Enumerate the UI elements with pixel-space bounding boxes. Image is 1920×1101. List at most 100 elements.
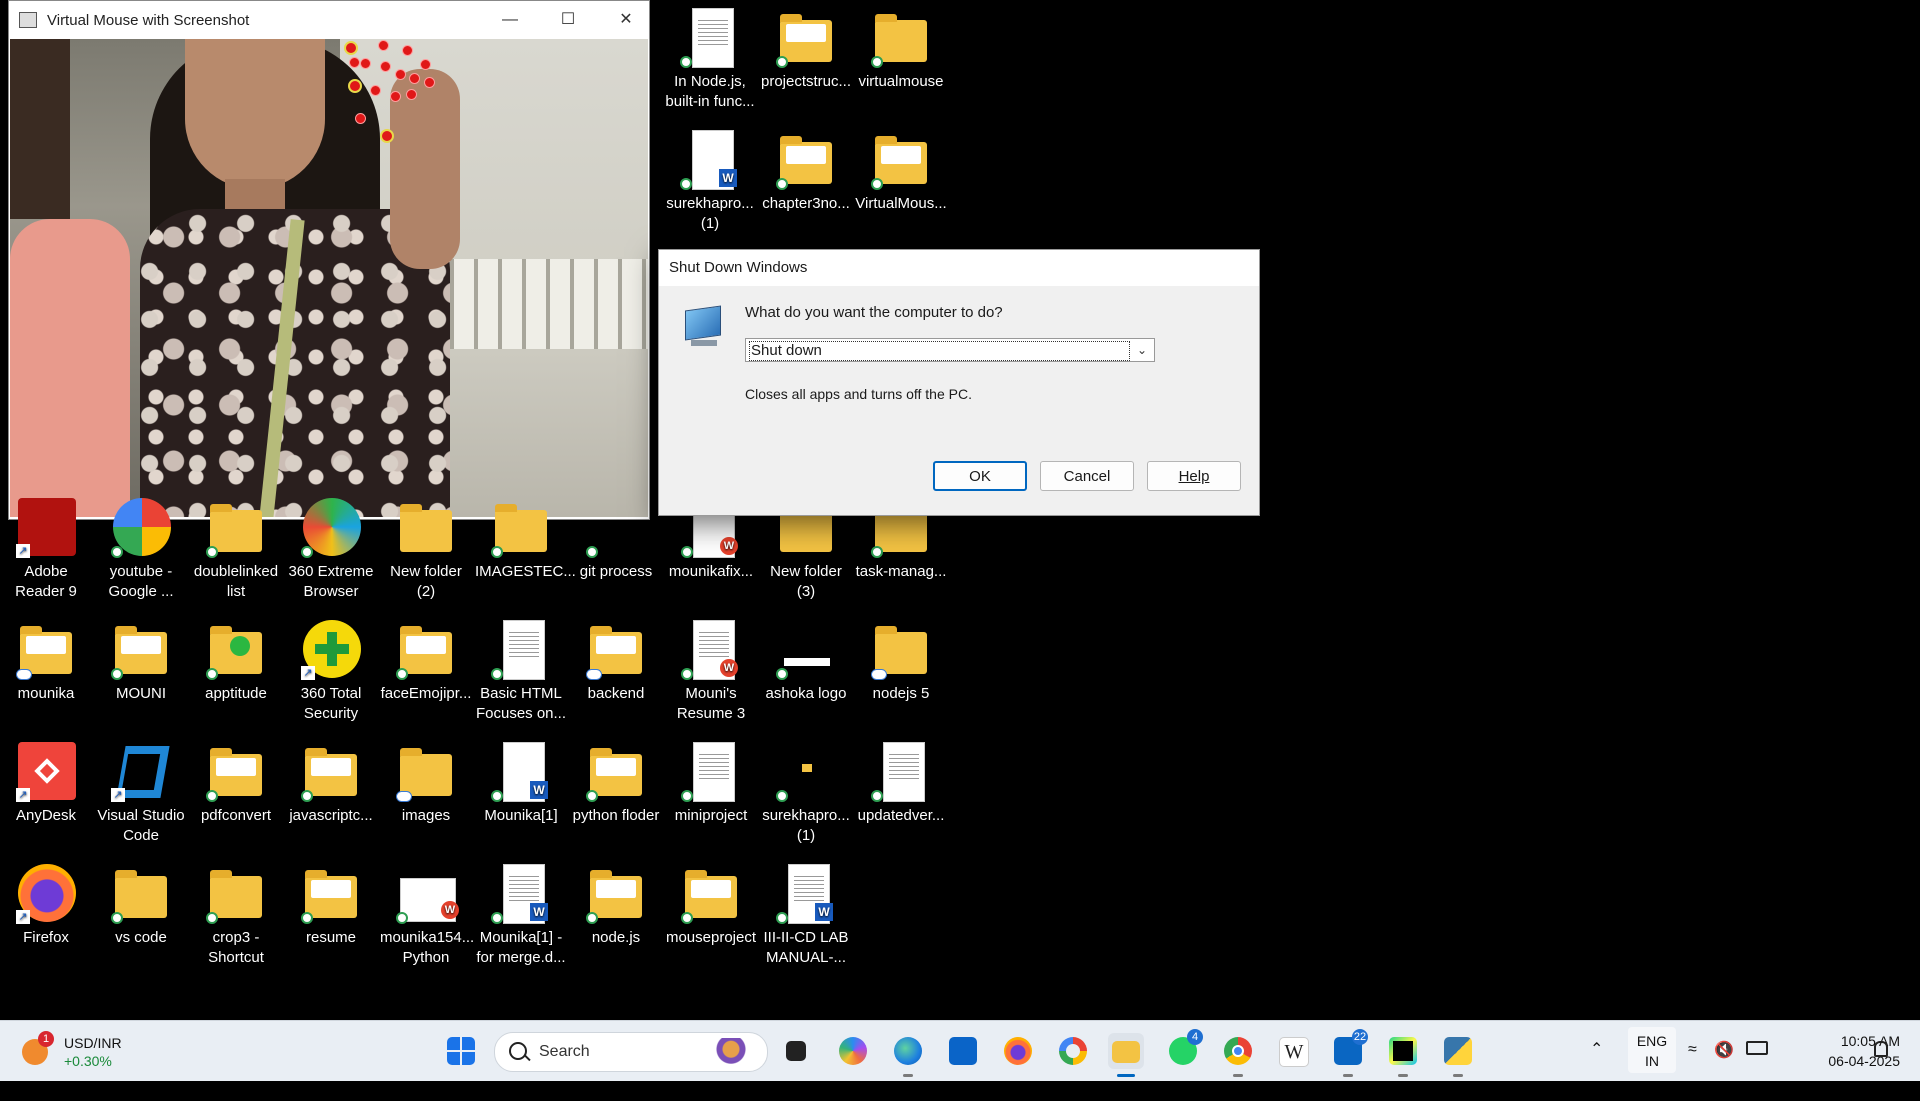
folder-icon bbox=[400, 626, 452, 674]
wps-document-icon: W bbox=[693, 620, 738, 680]
desktop-icon-doc[interactable]: miniproject bbox=[665, 740, 757, 826]
shortcut-arrow-icon: ↗ bbox=[301, 666, 315, 680]
desktop-icon-folder[interactable]: images bbox=[380, 740, 472, 826]
whatsapp-badge: 4 bbox=[1187, 1029, 1203, 1045]
help-button[interactable]: Help bbox=[1147, 461, 1241, 491]
desktop-icon-360-security[interactable]: ↗ 360 Total Security bbox=[285, 618, 377, 724]
taskbar: 1 USD/INR +0.30% Search 4 W 22 ⌃ ENG IN … bbox=[0, 1020, 1920, 1081]
notifications-bell-icon[interactable] bbox=[1874, 1041, 1888, 1057]
desktop-icon-folder[interactable]: faceEmojipr... bbox=[380, 618, 472, 704]
taskbar-python-idle[interactable] bbox=[1440, 1033, 1476, 1077]
taskbar-file-explorer[interactable] bbox=[1108, 1033, 1144, 1077]
minimize-button[interactable]: — bbox=[487, 1, 533, 39]
shutdown-option-select[interactable]: Shut down ⌄ bbox=[745, 338, 1155, 362]
desktop-icon-file[interactable]: surekhapro... (1) bbox=[760, 740, 852, 846]
desktop-icon-doc[interactable]: updatedver... bbox=[855, 740, 947, 826]
taskbar-google[interactable] bbox=[1055, 1033, 1091, 1069]
desktop-icon-folder[interactable]: apptitude bbox=[190, 618, 282, 704]
desktop-icon-youtube-google[interactable]: youtube - Google ... bbox=[95, 496, 187, 602]
desktop-icon-folder[interactable]: python floder bbox=[570, 740, 662, 826]
volume-muted-icon[interactable]: 🔇 bbox=[1714, 1040, 1734, 1100]
desktop-icon-folder[interactable]: crop3 - Shortcut bbox=[190, 862, 282, 968]
hand-landmark bbox=[370, 85, 381, 96]
desktop-icon-wps-doc[interactable]: W Mouni's Resume 3 bbox=[665, 618, 757, 724]
desktop-icon-folder[interactable]: New folder (2) bbox=[380, 496, 472, 602]
taskbar-copilot[interactable] bbox=[835, 1033, 871, 1069]
firefox-icon bbox=[1004, 1037, 1032, 1065]
desktop-icon-360-browser[interactable]: 360 Extreme Browser bbox=[285, 496, 377, 602]
desktop-icon-doc[interactable]: Basic HTML Focuses on... bbox=[475, 618, 567, 724]
cancel-button[interactable]: Cancel bbox=[1040, 461, 1134, 491]
desktop-icon-folder[interactable]: vs code bbox=[95, 862, 187, 948]
hand-landmark bbox=[390, 91, 401, 102]
desktop-icon-folder[interactable]: mounika bbox=[0, 618, 92, 704]
windows-start-icon bbox=[447, 1037, 475, 1065]
virtual-mouse-window[interactable]: Virtual Mouse with Screenshot — ☐ ✕ bbox=[8, 0, 650, 520]
sync-check-icon bbox=[111, 546, 123, 558]
desktop-icon-word[interactable]: W surekhapro... (1) bbox=[664, 128, 756, 234]
desktop-icon-folder[interactable]: projectstruc... bbox=[760, 6, 852, 92]
desktop-icon-folder[interactable]: javascriptc... bbox=[285, 740, 377, 826]
desktop-icon-adobe-reader[interactable]: ↗ Adobe Reader 9 bbox=[0, 496, 92, 602]
desktop-icon-git-process[interactable]: git process bbox=[570, 496, 662, 582]
taskbar-outlook[interactable] bbox=[945, 1033, 981, 1069]
desktop-icon-folder[interactable]: mouseproject bbox=[665, 862, 757, 948]
wifi-icon[interactable]: ≈ bbox=[1688, 1041, 1697, 1101]
clock[interactable]: 10:05 AM 06-04-2025 bbox=[1790, 1031, 1900, 1091]
taskbar-wikipedia[interactable]: W bbox=[1275, 1033, 1311, 1069]
shortcut-arrow-icon: ↗ bbox=[16, 788, 30, 802]
desktop-icon-wps-python[interactable]: W mounika154... Python bbox=[380, 862, 474, 968]
desktop-icon-vscode[interactable]: ↗ Visual Studio Code bbox=[95, 740, 187, 846]
shutdown-dialog[interactable]: Shut Down Windows What do you want the c… bbox=[658, 249, 1260, 516]
folder-icon bbox=[210, 870, 262, 918]
desktop-icon-folder[interactable]: nodejs 5 bbox=[855, 618, 947, 704]
image-thumbnail-icon bbox=[784, 658, 830, 666]
document-icon bbox=[693, 742, 735, 802]
chevron-up-icon[interactable]: ⌃ bbox=[1590, 1039, 1603, 1099]
desktop-icon-firefox[interactable]: ↗ Firefox bbox=[0, 862, 92, 948]
desktop-icon-folder[interactable]: virtualmouse bbox=[855, 6, 947, 92]
desktop-icon-folder[interactable]: IMAGESTEC... bbox=[475, 496, 576, 582]
folder-icon bbox=[780, 504, 832, 552]
maximize-button[interactable]: ☐ bbox=[545, 1, 591, 39]
desktop-icon-folder[interactable]: VirtualMous... bbox=[855, 128, 947, 214]
hand-landmark bbox=[355, 113, 366, 124]
widget-badge: 1 bbox=[38, 1031, 54, 1047]
desktop-icon-word[interactable]: W Mounika[1] bbox=[475, 740, 567, 826]
taskbar-chrome[interactable] bbox=[1220, 1033, 1256, 1077]
desktop-icon-folder[interactable]: pdfconvert bbox=[190, 740, 282, 826]
taskbar-search[interactable]: Search bbox=[494, 1032, 768, 1072]
desktop-icon-word[interactable]: W Mounika[1] - for merge.d... bbox=[475, 862, 567, 968]
desktop-icon-folder[interactable]: doublelinked list bbox=[190, 496, 282, 602]
folder-icon bbox=[590, 626, 642, 674]
start-button[interactable] bbox=[443, 1033, 479, 1069]
desktop-icon-word[interactable]: W III-II-CD LAB MANUAL-... bbox=[760, 862, 852, 968]
desktop-icon-folder[interactable]: resume bbox=[285, 862, 377, 948]
chevron-down-icon[interactable]: ⌄ bbox=[1134, 341, 1150, 359]
language-indicator[interactable]: ENG IN bbox=[1628, 1027, 1676, 1073]
taskbar-linkedin[interactable]: 22 bbox=[1330, 1029, 1368, 1077]
desktop-icon-folder[interactable]: MOUNI bbox=[95, 618, 187, 704]
sync-check-icon bbox=[871, 56, 883, 68]
taskbar-whatsapp[interactable]: 4 bbox=[1165, 1029, 1203, 1069]
close-button[interactable]: ✕ bbox=[603, 1, 649, 39]
desktop-icon-folder[interactable]: backend bbox=[570, 618, 662, 704]
taskbar-pycharm[interactable] bbox=[1385, 1033, 1421, 1077]
ok-button[interactable]: OK bbox=[933, 461, 1027, 491]
dialog-question: What do you want the computer to do? bbox=[745, 304, 1003, 321]
sync-check-icon bbox=[776, 790, 788, 802]
desktop-icon-folder[interactable]: chapter3no... bbox=[760, 128, 852, 214]
desktop-icon-image[interactable]: ashoka logo bbox=[760, 618, 852, 704]
folder-icon bbox=[400, 748, 452, 796]
desktop-icon-folder[interactable]: node.js bbox=[570, 862, 662, 948]
desktop-icon-doc[interactable]: In Node.js, built-in func... bbox=[664, 6, 756, 112]
taskbar-edge[interactable] bbox=[890, 1033, 926, 1077]
hand-landmark bbox=[402, 45, 413, 56]
hand-landmark bbox=[420, 59, 431, 70]
taskbar-firefox[interactable] bbox=[1000, 1033, 1036, 1069]
wps-document-icon: W bbox=[400, 878, 459, 922]
battery-icon[interactable] bbox=[1746, 1041, 1768, 1055]
taskbar-task-view[interactable] bbox=[778, 1033, 814, 1069]
folder-icon bbox=[875, 14, 927, 62]
desktop-icon-anydesk[interactable]: ↗ AnyDesk bbox=[0, 740, 92, 826]
